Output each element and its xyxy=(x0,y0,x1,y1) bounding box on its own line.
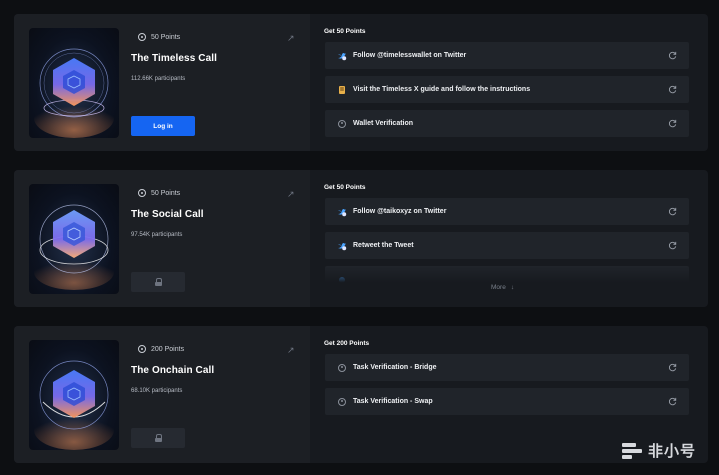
guide-icon xyxy=(337,85,347,95)
campaign-info-panel: 50 Points ↗ The Timeless Call 112.66K pa… xyxy=(14,14,310,151)
twitter-bird-icon xyxy=(337,241,347,251)
refresh-icon[interactable] xyxy=(668,51,677,60)
more-label: More xyxy=(491,284,506,291)
watermark-bars-icon xyxy=(622,441,644,461)
points-coin-icon xyxy=(138,189,146,197)
task-label: Task Verification - Bridge xyxy=(353,364,437,371)
points-badge: 50 Points xyxy=(138,189,180,197)
participants-count: 68.10K participants xyxy=(131,388,183,394)
task-verification-bridge[interactable]: Task Verification - Bridge xyxy=(325,354,689,381)
campaign-info-panel: 50 Points ↗ The Social Call 97.54K parti… xyxy=(14,170,310,307)
login-button[interactable]: Log in xyxy=(131,116,195,136)
tasks-section-title: Get 50 Points xyxy=(324,28,366,35)
hexagon-orb-icon xyxy=(34,360,114,450)
refresh-icon[interactable] xyxy=(668,207,677,216)
tasks-panel: Get 50 Points Follow @taikoxyz on Twitte… xyxy=(310,170,708,307)
campaign-card-timeless: 50 Points ↗ The Timeless Call 112.66K pa… xyxy=(14,14,708,151)
locked-button[interactable] xyxy=(131,272,185,292)
external-link-icon[interactable]: ↗ xyxy=(287,189,295,200)
refresh-icon[interactable] xyxy=(668,241,677,250)
task-label: Visit the Timeless X guide and follow th… xyxy=(353,86,531,93)
points-label: 50 Points xyxy=(151,189,181,197)
campaign-title: The Social Call xyxy=(131,209,204,220)
campaign-artwork xyxy=(29,184,119,294)
campaign-title: The Onchain Call xyxy=(131,365,215,376)
refresh-icon[interactable] xyxy=(668,363,677,372)
verification-icon xyxy=(337,363,347,373)
task-list-fade xyxy=(325,266,689,296)
task-visit-guide[interactable]: Visit the Timeless X guide and follow th… xyxy=(325,76,689,103)
points-badge: 200 Points xyxy=(138,345,184,353)
task-list: Follow @timelesswallet on Twitter Visit … xyxy=(325,42,689,142)
external-link-icon[interactable]: ↗ xyxy=(287,33,295,44)
points-label: 200 Points xyxy=(151,345,185,353)
refresh-icon[interactable] xyxy=(668,397,677,406)
twitter-bird-icon xyxy=(337,51,347,61)
task-retweet[interactable]: Retweet the Tweet xyxy=(325,232,689,259)
tasks-section-title: Get 50 Points xyxy=(324,184,366,191)
campaign-card-onchain: 200 Points ↗ The Onchain Call 68.10K par… xyxy=(14,326,708,463)
points-coin-icon xyxy=(138,345,146,353)
campaign-info-panel: 200 Points ↗ The Onchain Call 68.10K par… xyxy=(14,326,310,463)
task-list: Task Verification - Bridge Task Verifica… xyxy=(325,354,689,454)
points-badge: 50 Points xyxy=(138,33,180,41)
watermark-text: 非小号 xyxy=(648,442,697,460)
arrow-down-icon: ↓ xyxy=(510,284,515,291)
refresh-icon[interactable] xyxy=(668,119,677,128)
hexagon-orb-icon xyxy=(34,48,114,138)
campaign-artwork xyxy=(29,28,119,138)
participants-count: 97.54K participants xyxy=(131,232,183,238)
task-follow-twitter[interactable]: Follow @taikoxyz on Twitter xyxy=(325,198,689,225)
task-wallet-verification[interactable]: Wallet Verification xyxy=(325,110,689,137)
task-label: Retweet the Tweet xyxy=(353,242,414,249)
campaign-title: The Timeless Call xyxy=(131,53,217,64)
more-button[interactable]: More ↓ xyxy=(491,284,514,291)
lock-icon xyxy=(154,434,162,442)
task-label: Task Verification - Swap xyxy=(353,398,433,405)
external-link-icon[interactable]: ↗ xyxy=(287,345,295,356)
verification-icon xyxy=(337,397,347,407)
twitter-bird-icon xyxy=(337,207,347,217)
task-label: Follow @timelesswallet on Twitter xyxy=(353,52,467,59)
locked-button[interactable] xyxy=(131,428,185,448)
task-follow-twitter[interactable]: Follow @timelesswallet on Twitter xyxy=(325,42,689,69)
tasks-panel: Get 50 Points Follow @timelesswallet on … xyxy=(310,14,708,151)
points-label: 50 Points xyxy=(151,33,181,41)
refresh-icon[interactable] xyxy=(668,85,677,94)
points-coin-icon xyxy=(138,33,146,41)
lock-icon xyxy=(154,278,162,286)
verification-icon xyxy=(337,119,347,129)
campaign-artwork xyxy=(29,340,119,450)
tasks-section-title: Get 200 Points xyxy=(324,340,370,347)
watermark-logo: 非小号 xyxy=(622,440,696,461)
task-label: Follow @taikoxyz on Twitter xyxy=(353,208,447,215)
campaign-card-social: 50 Points ↗ The Social Call 97.54K parti… xyxy=(14,170,708,307)
hexagon-orb-icon xyxy=(34,204,114,290)
task-verification-swap[interactable]: Task Verification - Swap xyxy=(325,388,689,415)
participants-count: 112.66K participants xyxy=(131,76,186,82)
task-label: Wallet Verification xyxy=(353,120,414,127)
